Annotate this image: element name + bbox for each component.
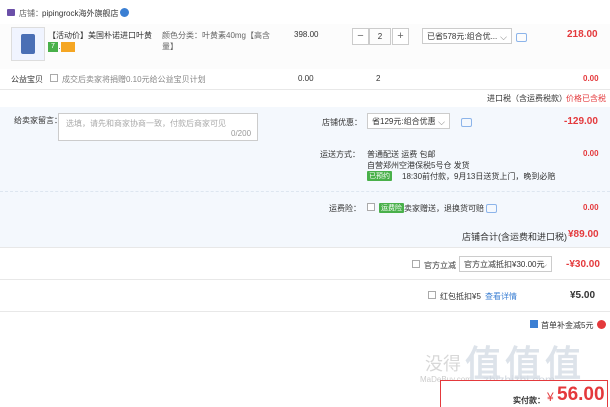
charity-checkbox[interactable]: [50, 74, 58, 82]
charity-subtotal: 0.00: [583, 74, 599, 83]
insurance-label: 运费险：: [329, 204, 361, 213]
quantity-input[interactable]: 2: [369, 28, 391, 45]
product-thumbnail[interactable]: [11, 27, 45, 61]
pay-label: 实付款：: [513, 396, 545, 405]
quantity-increase-button[interactable]: +: [392, 28, 409, 45]
tax-note: 价格已含税: [566, 94, 606, 103]
tax-row: 进口税（含运费税款） 价格已含税: [0, 89, 610, 108]
message-label: 给卖家留言：: [14, 116, 62, 125]
first-order-row: 首单补金减5元: [0, 311, 610, 333]
charity-label: 公益宝贝: [11, 75, 43, 84]
message-section: 给卖家留言： 选填，请先和商家协商一致，付款后商家可见 0/200 店铺优惠： …: [0, 107, 610, 143]
shop-total-amount: ¥89.00: [568, 229, 599, 240]
redpack-label: 红包抵扣¥5: [440, 292, 481, 301]
shipping-amount: 0.00: [583, 149, 599, 158]
chat-icon[interactable]: [120, 8, 129, 17]
shop-label: 店铺：: [19, 9, 43, 18]
payment-box: 实付款： ¥ 56.00: [440, 380, 608, 407]
message-placeholder: 选填，请先和商家协商一致，付款后商家可见: [66, 119, 226, 128]
discount-select[interactable]: 已省578元:组合优... ⌵: [422, 28, 512, 44]
official-discount-row: 官方立减 官方立减抵扣¥30.00元 ⌵ -¥30.00: [0, 247, 610, 280]
official-discount-label: 官方立减: [424, 261, 456, 270]
watermark-mark: 没得: [425, 354, 461, 374]
shop-discount-amount: -129.00: [564, 116, 598, 127]
shipping-label: 运送方式：: [320, 150, 360, 159]
shop-total-row: 店铺合计(含运费和进口税) ¥89.00: [0, 221, 610, 248]
message-textarea[interactable]: 选填，请先和商家协商一致，付款后商家可见 0/200: [58, 113, 258, 141]
chevron-down-icon: ⌵: [438, 117, 445, 127]
charity-price: 0.00: [298, 74, 314, 83]
redpack-detail-link[interactable]: 查看详情: [485, 291, 517, 302]
chevron-down-icon: ⌵: [540, 260, 547, 270]
shipping-warehouse: 自营郑州空港保税5号仓 发货: [367, 161, 470, 170]
official-discount-checkbox[interactable]: [412, 260, 420, 268]
pay-amount: 56.00: [557, 384, 605, 405]
badge-7: 7: [48, 42, 58, 52]
insurance-section: 运费险： 运费险 卖家赠送，退换货可赔 0.00: [0, 191, 610, 222]
comment-icon[interactable]: [461, 118, 472, 127]
comment-icon[interactable]: [516, 33, 527, 42]
pay-currency: ¥: [547, 390, 554, 404]
shop-total-label: 店铺合计(含运费和进口税): [462, 232, 567, 242]
shop-name-link[interactable]: pipingrock海外旗舰店: [42, 8, 118, 19]
insurance-checkbox[interactable]: [367, 203, 375, 211]
official-discount-amount: -¥30.00: [566, 259, 600, 270]
message-counter: 0/200: [231, 129, 252, 138]
charity-qty: 2: [376, 74, 381, 83]
first-order-label: 首单补金减5元: [541, 321, 594, 330]
insurance-desc: 卖家赠送，退换货可赔: [404, 204, 484, 213]
card-icon: [61, 42, 75, 52]
unit-price: 398.00: [294, 30, 319, 39]
shipping-section: 运送方式： 普通配送 运费 包邮 自营郑州空港保税5号仓 发货 已预约 18:3…: [0, 143, 610, 191]
first-order-checkbox[interactable]: [530, 320, 538, 328]
info-icon[interactable]: [597, 320, 606, 329]
redpack-checkbox[interactable]: [428, 291, 436, 299]
shop-header: 店铺： pipingrock海外旗舰店: [0, 0, 610, 24]
shipping-eta: 18:30前付款，9月13日送货上门，晚到必赔: [402, 172, 556, 181]
quantity-decrease-button[interactable]: −: [352, 28, 369, 45]
shop-discount-select[interactable]: 省129元:组合优惠 ⌵: [367, 113, 450, 129]
redpack-amount: ¥5.00: [570, 290, 596, 301]
charity-row: 公益宝贝 成交后卖家将捐赠0.10元给公益宝贝计划 0.00 2 0.00: [0, 69, 610, 90]
charity-desc: 成交后卖家将捐赠0.10元给公益宝贝计划: [62, 75, 206, 84]
redpack-row: 红包抵扣¥5 查看详情 ¥5.00: [0, 279, 610, 312]
chevron-down-icon: ⌵: [500, 32, 507, 42]
tax-label: 进口税（含运费税款）: [487, 94, 567, 103]
insurance-tag: 运费险: [379, 203, 404, 213]
product-spec: 颜色分类：叶黄素40mg【高含量】: [162, 31, 271, 51]
shipping-method: 普通配送 运费 包邮: [367, 150, 436, 159]
item-row: 【活动价】美国朴诺进口叶黄素... 7 颜色分类：叶黄素40mg【高含量】 39…: [0, 24, 610, 69]
item-subtotal: 218.00: [567, 29, 598, 40]
shop-icon: [7, 9, 15, 16]
official-discount-select[interactable]: 官方立减抵扣¥30.00元 ⌵: [459, 256, 552, 272]
reserved-tag: 已预约: [367, 171, 392, 181]
insurance-amount: 0.00: [583, 203, 599, 212]
shop-discount-label: 店铺优惠：: [322, 118, 362, 127]
comment-icon[interactable]: [486, 204, 497, 213]
